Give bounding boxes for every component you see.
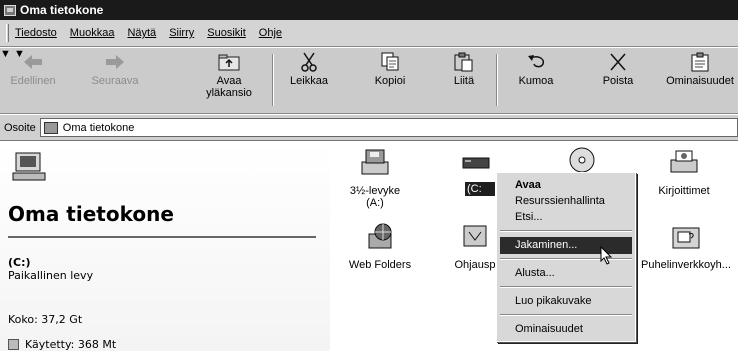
- drive-used: Käytetty: 368 Mt: [8, 338, 116, 351]
- menu-separator: [500, 286, 632, 288]
- menu-view[interactable]: Näytä: [127, 27, 156, 39]
- title-bar: Oma tietokone: [0, 0, 738, 20]
- menu-item-properties[interactable]: Ominaisuudet: [515, 321, 583, 337]
- page-title: Oma tietokone: [8, 202, 174, 226]
- properties-label: Ominaisuudet: [666, 75, 734, 87]
- up-button[interactable]: Avaa yläkansio: [198, 52, 260, 99]
- drive-name: (C:): [8, 256, 31, 269]
- window-title: Oma tietokone: [20, 3, 104, 17]
- paste-button[interactable]: Liitä: [444, 52, 484, 87]
- menu-item-open[interactable]: Avaa: [515, 177, 541, 193]
- floppy-drive-label: 3½-levyke (A:): [349, 185, 401, 209]
- forward-label: Seuraava: [91, 75, 139, 87]
- computer-icon: [43, 121, 58, 134]
- my-computer-icon: [12, 152, 46, 182]
- properties-icon: [687, 52, 713, 72]
- computer-icon: [4, 4, 16, 16]
- menu-edit[interactable]: Muokkaa: [70, 27, 115, 39]
- printers-item[interactable]: Kirjoittimet: [648, 148, 720, 197]
- control-panel-icon: [452, 222, 498, 255]
- copy-button[interactable]: Kopioi: [368, 52, 412, 87]
- c-drive-label: (C:: [465, 182, 495, 196]
- menu-item-sharing[interactable]: Jakaminen...: [515, 237, 577, 253]
- menu-help[interactable]: Ohje: [259, 27, 282, 39]
- paste-label: Liitä: [453, 75, 475, 87]
- hard-drive-icon: [456, 148, 496, 181]
- used-legend-swatch: [8, 339, 19, 350]
- back-button[interactable]: Edellinen: [8, 52, 58, 87]
- context-menu: Avaa Resurssienhallinta Etsi... Jakamine…: [496, 172, 636, 342]
- dialup-item[interactable]: Puhelinverkkoyh...: [638, 222, 734, 271]
- dialup-label: Puhelinverkkoyh...: [641, 259, 731, 271]
- drive-description: Paikallinen levy: [8, 269, 94, 282]
- undo-label: Kumoa: [518, 75, 554, 87]
- toolbar-separator: [272, 54, 274, 106]
- printer-icon: [648, 148, 720, 181]
- menu-item-explore[interactable]: Resurssienhallinta: [515, 193, 605, 209]
- forward-button[interactable]: Seuraava: [86, 52, 144, 87]
- address-bar: Osoite Oma tietokone: [0, 115, 738, 141]
- drive-used-label: Käytetty: 368 Mt: [25, 338, 117, 351]
- address-field[interactable]: Oma tietokone: [39, 118, 738, 137]
- delete-button[interactable]: Poista: [598, 52, 638, 87]
- paste-icon: [451, 52, 477, 72]
- toolbar: Edellinen ▼ Seuraava ▼ Avaa yläkansio Le…: [0, 48, 738, 114]
- delete-label: Poista: [602, 75, 634, 87]
- divider: [8, 236, 316, 238]
- forward-arrow-icon: [102, 52, 128, 72]
- cut-button[interactable]: Leikkaa: [284, 52, 334, 87]
- delete-x-icon: [605, 52, 631, 72]
- up-label-line2: yläkansio: [206, 87, 252, 99]
- menu-grip: [6, 24, 9, 42]
- menu-file[interactable]: Tiedosto: [15, 27, 57, 39]
- c-drive-item[interactable]: [456, 148, 496, 185]
- undo-button[interactable]: Kumoa: [512, 52, 560, 87]
- control-panel-label: Ohjausp: [454, 259, 496, 271]
- web-folders-icon: [340, 222, 420, 255]
- floppy-drive-icon: [340, 148, 410, 181]
- toolbar-separator: [496, 54, 498, 106]
- drive-size: Koko: 37,2 Gt: [8, 313, 83, 326]
- menu-item-create-shortcut[interactable]: Luo pikakuvake: [515, 293, 591, 309]
- menu-item-search[interactable]: Etsi...: [515, 209, 543, 225]
- back-arrow-icon: [20, 52, 46, 72]
- menu-separator: [500, 230, 632, 232]
- address-label: Osoite: [4, 121, 36, 134]
- floppy-drive-item[interactable]: 3½-levyke (A:): [340, 148, 410, 209]
- properties-button[interactable]: Ominaisuudet: [662, 52, 738, 87]
- cut-label: Leikkaa: [290, 75, 328, 87]
- back-label: Edellinen: [10, 75, 56, 87]
- undo-icon: [523, 52, 549, 72]
- info-pane: Oma tietokone (C:) Paikallinen levy Koko…: [0, 142, 330, 351]
- menu-bar: Tiedosto Muokkaa Näytä Siirry Suosikit O…: [0, 20, 738, 47]
- web-folders-item[interactable]: Web Folders: [340, 222, 420, 271]
- menu-go[interactable]: Siirry: [169, 27, 194, 39]
- dialup-networking-icon: [638, 222, 734, 255]
- mouse-cursor-icon: [600, 245, 614, 269]
- web-folders-label: Web Folders: [348, 259, 412, 271]
- address-value: Oma tietokone: [62, 121, 135, 134]
- copy-icon: [377, 52, 403, 72]
- menu-favorites[interactable]: Suosikit: [207, 27, 246, 39]
- scissors-icon: [296, 52, 322, 72]
- menu-separator: [500, 314, 632, 316]
- menu-item-format[interactable]: Alusta...: [515, 265, 555, 281]
- up-label-line1: Avaa: [216, 75, 242, 87]
- printers-label: Kirjoittimet: [658, 185, 710, 197]
- copy-label: Kopioi: [374, 75, 406, 87]
- up-folder-icon: [216, 52, 242, 72]
- control-panel-item[interactable]: Ohjausp: [452, 222, 498, 271]
